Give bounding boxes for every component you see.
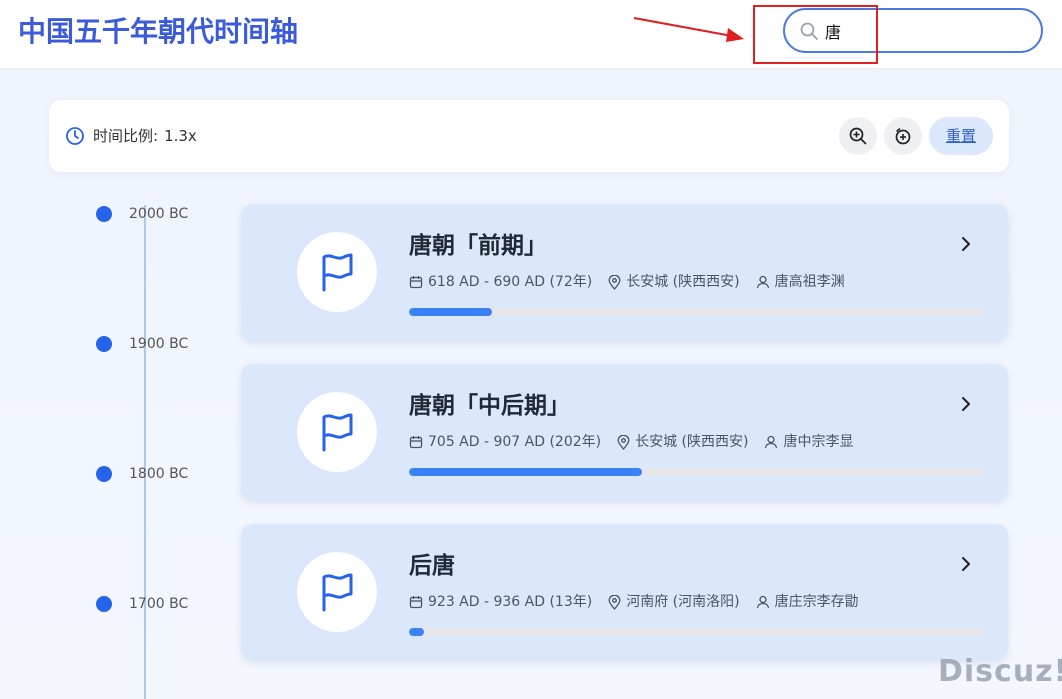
period-text: 705 AD - 907 AD (202年) <box>428 434 602 450</box>
zoom-out-button[interactable] <box>884 117 922 155</box>
timeline-dot <box>96 596 112 612</box>
duration-progress <box>409 628 985 636</box>
timeline-tick-label: 2000 BC <box>129 206 189 222</box>
duration-progress <box>409 308 985 316</box>
dynasty-meta: 705 AD - 907 AD (202年) 长安城 (陕西西安) 唐中宗李显 <box>409 432 869 452</box>
dynasty-card[interactable]: 唐朝「前期」 618 AD - 690 AD (72年) 长安城 (陕西西安) <box>241 204 1008 340</box>
period-info: 618 AD - 690 AD (72年) <box>409 272 592 292</box>
capital-text: 长安城 (陕西西安) <box>626 274 740 290</box>
flag-icon <box>322 413 353 452</box>
app-title: 中国五千年朝代时间轴 <box>18 15 299 48</box>
capital-info: 河南府 (河南洛阳) <box>608 592 740 612</box>
calendar-icon <box>409 276 423 289</box>
timeline-tick-label: 1800 BC <box>129 466 189 482</box>
watermark-logo: Discuz! <box>938 654 1062 689</box>
founder-info: 唐庄宗李存勖 <box>756 592 859 612</box>
capital-text: 长安城 (陕西西安) <box>635 434 749 450</box>
search-box[interactable] <box>783 8 1043 53</box>
founder-text: 唐庄宗李存勖 <box>774 594 859 610</box>
user-icon <box>765 435 778 449</box>
chevron-right-icon[interactable] <box>959 396 973 412</box>
zoom-out-icon <box>895 128 911 145</box>
dynasty-title: 后唐 <box>409 553 455 579</box>
dynasty-card[interactable]: 唐朝「中后期」 705 AD - 907 AD (202年) 长安城 (陕西西安… <box>241 364 1008 500</box>
dynasty-avatar <box>297 232 377 312</box>
capital-info: 长安城 (陕西西安) <box>617 432 748 452</box>
timeline-dot <box>96 206 112 222</box>
map-pin-icon <box>608 594 621 610</box>
period-text: 923 AD - 936 AD (13年) <box>428 594 593 610</box>
timeline-tick-label: 1900 BC <box>129 336 189 352</box>
period-info: 705 AD - 907 AD (202年) <box>409 432 601 452</box>
map-pin-icon <box>608 274 621 290</box>
app-header: 中国五千年朝代时间轴 <box>0 0 1062 68</box>
dynasty-avatar <box>297 392 377 472</box>
annotation-arrow <box>633 17 744 42</box>
search-input[interactable] <box>825 19 1025 43</box>
scale-value: 1.3x <box>164 127 197 145</box>
period-text: 618 AD - 690 AD (72年) <box>428 274 593 290</box>
dynasty-meta: 923 AD - 936 AD (13年) 河南府 (河南洛阳) 唐庄宗李存勖 <box>409 592 875 612</box>
capital-info: 长安城 (陕西西安) <box>608 272 740 292</box>
founder-text: 唐高祖李渊 <box>774 274 845 290</box>
dynasty-title: 唐朝「中后期」 <box>409 393 570 419</box>
chevron-right-icon[interactable] <box>959 556 973 572</box>
timeline-dot <box>96 466 112 482</box>
dynasty-meta: 618 AD - 690 AD (72年) 长安城 (陕西西安) 唐高祖李渊 <box>409 272 861 292</box>
flag-icon <box>322 253 353 292</box>
dynasty-card[interactable]: 后唐 923 AD - 936 AD (13年) 河南府 (河南洛阳) 唐庄宗李… <box>241 524 1008 660</box>
timeline-tick-label: 1700 BC <box>129 596 189 612</box>
user-icon <box>756 595 769 609</box>
search-icon <box>800 22 818 40</box>
scale-label: 时间比例: 1.3x <box>93 126 197 146</box>
chevron-right-icon[interactable] <box>959 236 973 252</box>
founder-text: 唐中宗李显 <box>783 434 854 450</box>
scale-label-text: 时间比例: <box>93 127 159 145</box>
period-info: 923 AD - 936 AD (13年) <box>409 592 592 612</box>
zoom-in-icon <box>849 127 867 145</box>
dynasty-avatar <box>297 552 377 632</box>
founder-info: 唐高祖李渊 <box>756 272 845 292</box>
capital-text: 河南府 (河南洛阳) <box>626 594 740 610</box>
duration-progress-fill <box>409 628 424 636</box>
duration-progress-fill <box>409 308 492 316</box>
duration-progress-fill <box>409 468 643 476</box>
timeline-axis <box>144 205 146 699</box>
dynasty-title: 唐朝「前期」 <box>409 233 547 259</box>
flag-icon <box>322 573 353 612</box>
clock-icon <box>66 127 84 145</box>
duration-progress <box>409 468 985 476</box>
founder-info: 唐中宗李显 <box>764 432 853 452</box>
user-icon <box>756 275 769 289</box>
calendar-icon <box>409 596 423 609</box>
scale-toolbar: 时间比例: 1.3x 重置 <box>49 100 1009 172</box>
map-pin-icon <box>617 434 630 450</box>
timeline-dot <box>96 336 112 352</box>
calendar-icon <box>409 436 423 449</box>
reset-button[interactable]: 重置 <box>929 117 993 155</box>
zoom-in-button[interactable] <box>839 117 877 155</box>
